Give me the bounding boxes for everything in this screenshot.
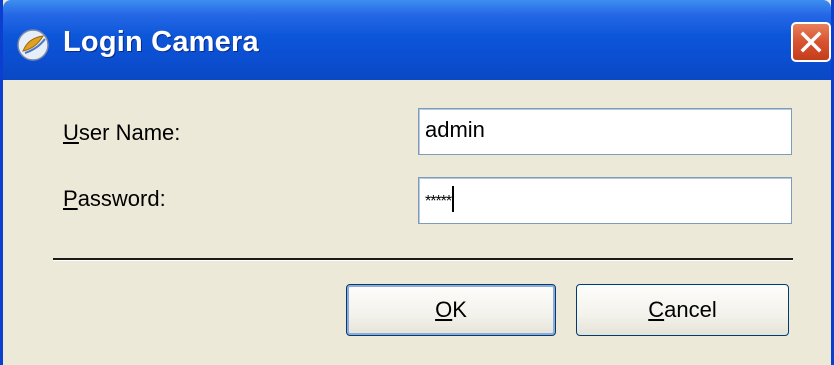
ok-button[interactable]: OK — [346, 284, 556, 336]
window-title: Login Camera — [63, 26, 259, 58]
close-button[interactable] — [791, 22, 831, 62]
password-label-text: assword: — [77, 186, 166, 211]
separator-line — [53, 258, 793, 261]
username-label: User Name: — [63, 120, 180, 146]
camera-app-icon — [15, 27, 51, 63]
password-field[interactable]: ***** — [418, 177, 792, 224]
password-value: ***** — [425, 193, 452, 210]
username-value: admin — [425, 117, 485, 142]
login-camera-dialog: Login Camera User Name: admin Password: … — [0, 0, 834, 365]
cancel-button[interactable]: Cancel — [576, 284, 789, 336]
username-field[interactable]: admin — [418, 108, 792, 155]
password-label-mnemonic: P — [63, 186, 78, 211]
cancel-button-label: ancel — [664, 297, 717, 322]
dialog-body: User Name: admin Password: ***** OK Canc… — [3, 80, 831, 365]
ok-button-mnemonic: O — [435, 297, 453, 322]
title-bar[interactable]: Login Camera — [3, 0, 831, 80]
text-caret — [452, 186, 455, 212]
username-label-mnemonic: U — [63, 120, 79, 145]
ok-button-label: K — [452, 297, 467, 322]
password-label: Password: — [63, 186, 166, 212]
cancel-button-mnemonic: C — [648, 297, 665, 322]
username-label-text: ser Name: — [78, 120, 181, 145]
